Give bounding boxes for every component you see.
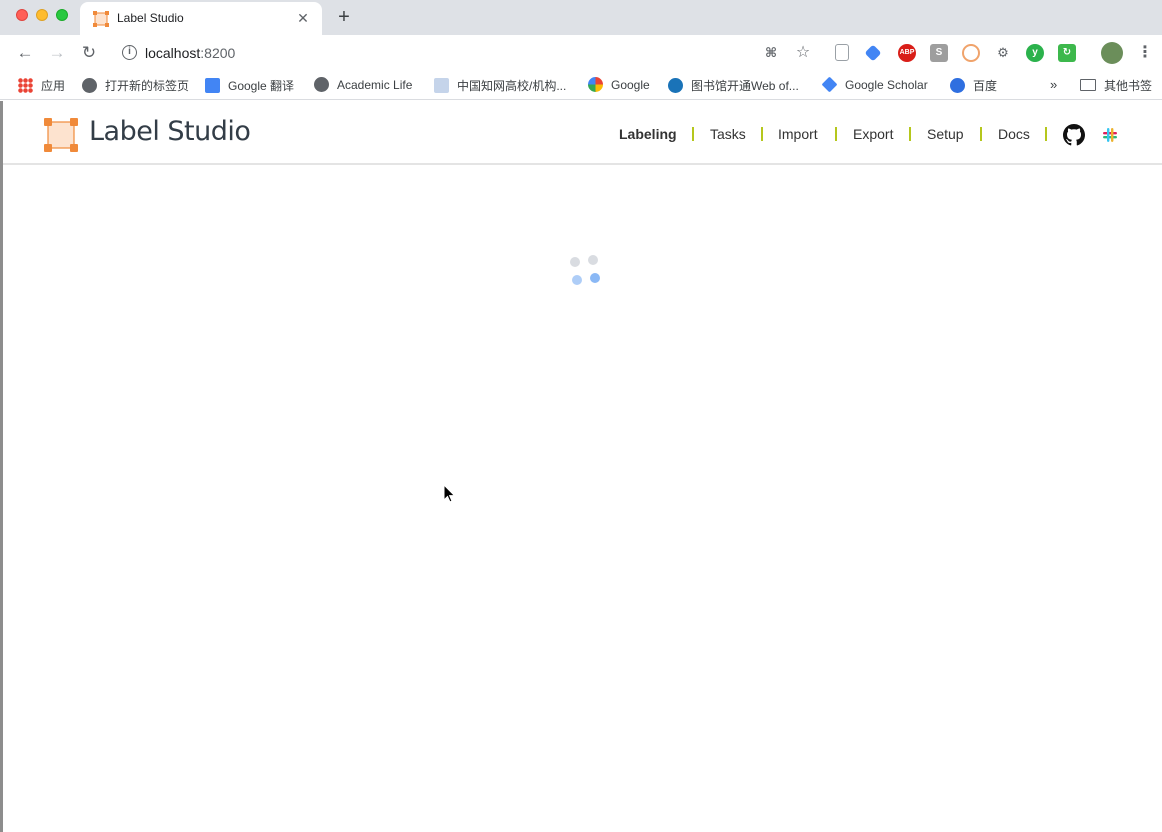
spinner-dot: [572, 275, 582, 285]
google-translate-icon: [205, 78, 220, 93]
bike-extension-icon[interactable]: ⚙: [994, 44, 1012, 62]
bookmarks-overflow-button[interactable]: »: [1050, 77, 1057, 95]
spinner-dot: [570, 257, 580, 267]
window-edge: [0, 101, 3, 832]
cnki-icon: [434, 78, 449, 93]
back-arrow-icon[interactable]: ←: [14, 42, 36, 64]
bookmark-item[interactable]: Google 翻译: [205, 77, 294, 95]
close-window-button[interactable]: [16, 9, 28, 21]
wechat-extension-icon[interactable]: ↻: [1058, 44, 1076, 62]
document-extension-icon[interactable]: [835, 44, 849, 61]
info-icon[interactable]: i: [122, 45, 137, 60]
mouse-cursor-icon: [443, 484, 456, 503]
bookmark-item[interactable]: 打开新的标签页: [82, 77, 189, 95]
google-icon: [588, 77, 603, 92]
browser-titlebar: Label Studio ✕ +: [0, 0, 1162, 35]
y-extension-icon[interactable]: y: [1026, 44, 1044, 62]
scholar-icon: [821, 76, 838, 93]
logo-text[interactable]: Label Studio: [89, 116, 251, 147]
globe-icon: [82, 78, 97, 93]
menu-labeling[interactable]: Labeling: [619, 126, 677, 142]
maximize-window-button[interactable]: [56, 9, 68, 21]
menu-tasks[interactable]: Tasks: [710, 126, 746, 142]
spinner-dot: [588, 255, 598, 265]
browser-toolbar: ← → ↻ i localhost:8200 ⌘ ☆ ABP S ⚙ y ↻ ⋮: [0, 35, 1162, 71]
label-studio-logo-icon[interactable]: [44, 118, 78, 152]
translate-icon[interactable]: ⌘: [762, 44, 780, 62]
bookmark-item[interactable]: Google Scholar: [821, 76, 928, 95]
edge-icon: [668, 78, 683, 93]
baidu-icon: [950, 78, 965, 93]
minimize-window-button[interactable]: [36, 9, 48, 21]
slack-icon[interactable]: [1101, 126, 1119, 144]
bookmark-item[interactable]: 应用: [18, 77, 65, 95]
globe-icon: [314, 77, 329, 92]
bookmark-item[interactable]: 百度: [950, 77, 997, 95]
tab-title: Label Studio: [117, 11, 184, 25]
other-bookmarks-folder[interactable]: 其他书签: [1080, 77, 1152, 95]
bookmark-item[interactable]: Academic Life: [314, 77, 412, 95]
menu-separator: [835, 127, 837, 141]
spinner-dot: [590, 273, 600, 283]
url-text: localhost:8200: [145, 45, 236, 61]
new-tab-button[interactable]: +: [333, 6, 355, 28]
bookmark-item[interactable]: 图书馆开通Web of...: [668, 77, 799, 95]
more-menu-icon[interactable]: ⋮: [1136, 44, 1154, 62]
reload-icon[interactable]: ↻: [78, 42, 100, 64]
menu-separator: [980, 127, 982, 141]
bookmark-item[interactable]: Google: [588, 77, 650, 95]
menu-docs[interactable]: Docs: [998, 126, 1030, 142]
menu-export[interactable]: Export: [853, 126, 893, 142]
address-bar[interactable]: i localhost:8200: [112, 39, 824, 67]
bookmark-item[interactable]: 中国知网高校/机构...: [434, 77, 566, 95]
menu-import[interactable]: Import: [778, 126, 818, 142]
menu-separator: [909, 127, 911, 141]
close-tab-icon[interactable]: ✕: [294, 9, 312, 27]
menu-separator: [1045, 127, 1047, 141]
label-studio-favicon-icon: [93, 11, 109, 27]
adblock-icon[interactable]: ABP: [898, 44, 916, 62]
scholar-extension-icon[interactable]: [864, 44, 882, 62]
folder-icon: [1080, 79, 1096, 91]
browser-tab[interactable]: Label Studio ✕: [80, 2, 322, 35]
menu-setup[interactable]: Setup: [927, 126, 964, 142]
rss-extension-icon[interactable]: [962, 44, 980, 62]
bookmark-star-icon[interactable]: ☆: [794, 44, 812, 62]
menu-separator: [692, 127, 694, 141]
s-extension-icon[interactable]: S: [930, 44, 948, 62]
menu-separator: [761, 127, 763, 141]
avatar[interactable]: [1101, 42, 1123, 64]
forward-arrow-icon[interactable]: →: [46, 42, 68, 64]
bookmarks-bar: 应用 打开新的标签页 Google 翻译 Academic Life 中国知网高…: [0, 71, 1162, 100]
github-icon[interactable]: [1063, 124, 1085, 146]
apps-grid-icon: [18, 78, 33, 93]
